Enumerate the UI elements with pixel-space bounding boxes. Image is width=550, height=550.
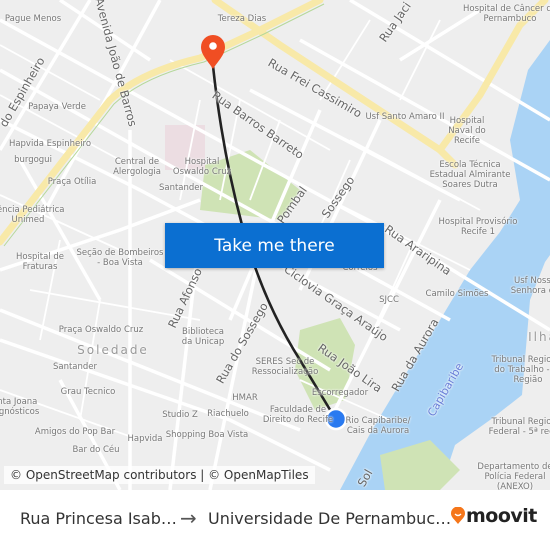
map-label: Pague Menos [4,14,62,24]
map-label: Santander [52,362,98,372]
arrow-right-icon: → [180,506,197,530]
map[interactable]: Pague Menos Tereza Dias Rua Jaci Hospita… [0,0,550,490]
map-label: Escola Técnica Estadual Almirante Soares… [429,160,511,190]
map-label: Escorregador [311,388,369,398]
moovit-logo: moovit [450,505,537,527]
destination-name: Universidade De Pernambuc… [208,509,452,528]
map-label: Tribunal Regional do Trabalho - 6ª Regiã… [491,355,550,385]
area-label: Ilha [528,330,550,344]
moovit-pin-icon [451,507,465,524]
map-label: Hospital Provisório Recife 1 [438,217,518,237]
map-label: gência Pediátrica Unimed [0,205,65,225]
map-label: Biblioteca da Unicap [181,327,225,347]
map-label: Tribunal Regional Federal - 5ª região [488,417,550,437]
map-label: Studio Z [162,410,198,420]
map-label: Hospital Naval do Recife [448,116,486,146]
map-label: Santa Joana Diagnósticos [0,397,40,417]
origin-pin-icon [201,35,225,69]
map-label: Usf Nossa Senhora do [510,276,550,296]
map-label: Seção de Bombeiros - Boa Vista [76,248,164,268]
map-label: Departamento de Polícia Federal (ANEXO) [477,462,550,490]
map-label: Hospital Oswaldo Cruz [172,157,232,177]
map-label: Hapvida [127,434,163,444]
map-attribution[interactable]: © OpenStreetMap contributors | © OpenMap… [4,466,315,484]
map-label: Papaya Verde [28,102,86,112]
map-label: Hospital de Câncer de Pernambuco [463,4,550,24]
map-label: Grau Tecnico [60,387,116,397]
moovit-wordmark: moovit [466,505,537,527]
map-label: Hapvida Espinheiro [8,139,92,149]
map-label: Praça Oswaldo Cruz [58,325,144,335]
map-label: SERES Sec de Ressocialização [251,357,319,377]
map-label: Rio Capibaribe/ Cais da Aurora [345,416,411,436]
map-label: Usf Santo Amaro II [365,112,445,122]
map-label: Central de Alergologia [113,157,161,177]
map-label: Hospital de Fraturas [15,252,64,272]
map-label: SJCC [379,295,399,305]
map-label: burgogui [14,155,52,165]
map-label: Praça Otília [47,177,97,187]
map-label: Riachuelo [207,409,249,419]
map-label: Amigos do Pop Bar [34,427,116,437]
map-label: Camilo Simões [425,289,489,299]
origin-name: Rua Princesa Isab… [20,509,177,528]
map-label: Tereza Dias [217,14,267,24]
map-label: Shopping Boa Vista [165,430,249,440]
map-label: Faculdade de Direito do Recife [262,405,334,425]
take-me-there-button[interactable]: Take me there [165,223,384,268]
area-label: Soledade [77,343,149,357]
map-label: Bar do Céu [72,445,120,455]
map-label: Santander [158,183,204,193]
map-label: HMAR [232,393,258,403]
